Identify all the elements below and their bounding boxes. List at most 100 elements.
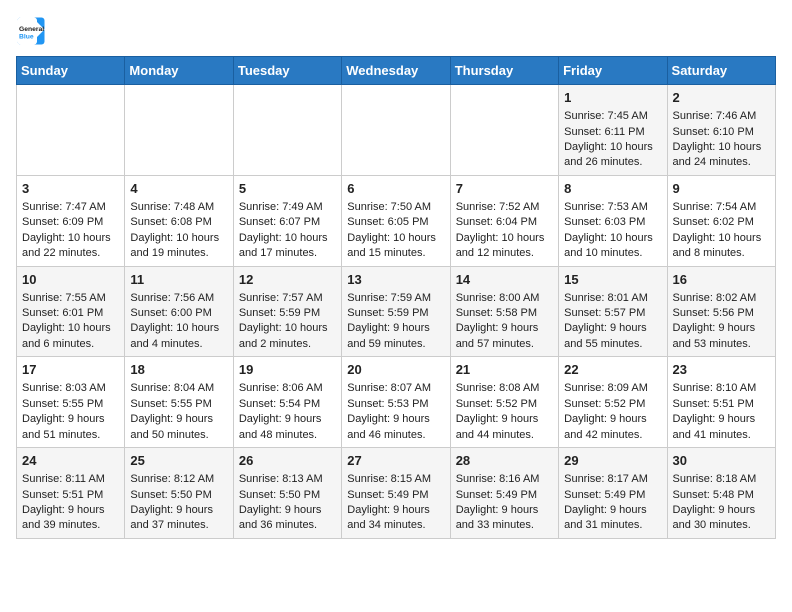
day-cell: 24 Sunrise: 8:11 AMSunset: 5:51 PMDayligh… <box>17 448 125 539</box>
day-cell: 13Sunrise: 7:59 AMSunset: 5:59 PMDayligh… <box>342 266 450 357</box>
day-info: Sunrise: 7:45 AM <box>564 109 661 124</box>
day-number: 24 <box>22 452 119 470</box>
day-cell: 21Sunrise: 8:08 AMSunset: 5:52 PMDayligh… <box>450 357 558 448</box>
day-info: Sunset: 5:52 PM <box>456 397 553 412</box>
day-number: 21 <box>456 361 553 379</box>
day-number: 25 <box>130 452 227 470</box>
day-info: Sunset: 5:56 PM <box>673 306 770 321</box>
day-number: 5 <box>239 180 336 198</box>
day-cell: 20Sunrise: 8:07 AMSunset: 5:53 PMDayligh… <box>342 357 450 448</box>
day-number: 17 <box>22 361 119 379</box>
day-info: Sunset: 6:01 PM <box>22 306 119 321</box>
day-cell: 5 Sunrise: 7:49 AMSunset: 6:07 PMDaylight… <box>233 175 341 266</box>
day-info: Daylight: 10 hours and 26 minutes. <box>564 140 661 171</box>
day-cell: 15Sunrise: 8:01 AMSunset: 5:57 PMDayligh… <box>559 266 667 357</box>
day-number: 7 <box>456 180 553 198</box>
week-row-4: 17Sunrise: 8:03 AMSunset: 5:55 PMDayligh… <box>17 357 776 448</box>
day-cell: 19 Sunrise: 8:06 AMSunset: 5:54 PMDayligh… <box>233 357 341 448</box>
day-cell: 2Sunrise: 7:46 AMSunset: 6:10 PMDaylight… <box>667 85 775 176</box>
day-cell: 6Sunrise: 7:50 AMSunset: 6:05 PMDaylight… <box>342 175 450 266</box>
day-info: Sunrise: 7:52 AM <box>456 200 553 215</box>
day-info: Daylight: 10 hours and 8 minutes. <box>673 231 770 262</box>
day-cell: 17 Sunrise: 8:03 AMSunset: 5:55 PMDayligh… <box>17 357 125 448</box>
day-info: Sunset: 5:54 PM <box>239 397 336 412</box>
day-info: Sunrise: 7:57 AM <box>239 291 336 306</box>
calendar-table: SundayMondayTuesdayWednesdayThursdayFrid… <box>16 56 776 539</box>
day-info: Daylight: 9 hours and 34 minutes. <box>347 503 444 534</box>
day-info: Sunset: 6:08 PM <box>130 215 227 230</box>
day-cell: 10Sunrise: 7:55 AMSunset: 6:01 PMDayligh… <box>17 266 125 357</box>
day-cell: 25Sunrise: 8:12 AMSunset: 5:50 PMDayligh… <box>125 448 233 539</box>
day-number: 9 <box>673 180 770 198</box>
header-cell-sunday: Sunday <box>17 57 125 85</box>
day-info: Sunrise: 7:56 AM <box>130 291 227 306</box>
day-number: 22 <box>564 361 661 379</box>
day-info: Sunrise: 7:49 AM <box>239 200 336 215</box>
day-info: Sunset: 5:48 PM <box>673 488 770 503</box>
day-cell <box>342 85 450 176</box>
day-info: Sunset: 6:07 PM <box>239 215 336 230</box>
day-cell: 28Sunrise: 8:16 AMSunset: 5:49 PMDayligh… <box>450 448 558 539</box>
day-cell: 9 Sunrise: 7:54 AMSunset: 6:02 PMDaylight… <box>667 175 775 266</box>
day-info: Sunset: 5:50 PM <box>239 488 336 503</box>
day-info: Sunrise: 8:06 AM <box>239 381 336 396</box>
day-info: Sunset: 6:02 PM <box>673 215 770 230</box>
day-info: Sunrise: 7:59 AM <box>347 291 444 306</box>
day-info: Sunrise: 8:09 AM <box>564 381 661 396</box>
day-info: Daylight: 10 hours and 24 minutes. <box>673 140 770 171</box>
header-cell-monday: Monday <box>125 57 233 85</box>
day-number: 16 <box>673 271 770 289</box>
day-number: 3 <box>22 180 119 198</box>
day-info: Sunrise: 8:03 AM <box>22 381 119 396</box>
day-info: Daylight: 10 hours and 17 minutes. <box>239 231 336 262</box>
day-number: 30 <box>673 452 770 470</box>
svg-text:Blue: Blue <box>19 34 34 41</box>
day-info: Daylight: 9 hours and 36 minutes. <box>239 503 336 534</box>
day-info: Sunrise: 7:54 AM <box>673 200 770 215</box>
day-info: Daylight: 10 hours and 12 minutes. <box>456 231 553 262</box>
day-cell: 22Sunrise: 8:09 AMSunset: 5:52 PMDayligh… <box>559 357 667 448</box>
day-cell: 30Sunrise: 8:18 AMSunset: 5:48 PMDayligh… <box>667 448 775 539</box>
day-info: Sunrise: 8:12 AM <box>130 472 227 487</box>
day-info: Daylight: 9 hours and 42 minutes. <box>564 412 661 443</box>
day-cell: 26Sunrise: 8:13 AMSunset: 5:50 PMDayligh… <box>233 448 341 539</box>
day-info: Daylight: 10 hours and 6 minutes. <box>22 321 119 352</box>
day-cell: 4Sunrise: 7:48 AMSunset: 6:08 PMDaylight… <box>125 175 233 266</box>
day-info: Sunrise: 8:15 AM <box>347 472 444 487</box>
day-info: Sunrise: 7:46 AM <box>673 109 770 124</box>
day-number: 4 <box>130 180 227 198</box>
day-info: Sunrise: 8:13 AM <box>239 472 336 487</box>
day-info: Daylight: 9 hours and 59 minutes. <box>347 321 444 352</box>
header-row: SundayMondayTuesdayWednesdayThursdayFrid… <box>17 57 776 85</box>
day-info: Sunset: 5:58 PM <box>456 306 553 321</box>
day-cell: 27Sunrise: 8:15 AMSunset: 5:49 PMDayligh… <box>342 448 450 539</box>
day-cell: 14Sunrise: 8:00 AMSunset: 5:58 PMDayligh… <box>450 266 558 357</box>
day-info: Daylight: 9 hours and 39 minutes. <box>22 503 119 534</box>
day-cell <box>125 85 233 176</box>
day-info: Sunset: 5:49 PM <box>564 488 661 503</box>
day-info: Sunset: 5:53 PM <box>347 397 444 412</box>
day-info: Sunrise: 8:11 AM <box>22 472 119 487</box>
day-info: Sunrise: 7:47 AM <box>22 200 119 215</box>
day-cell: 18Sunrise: 8:04 AMSunset: 5:55 PMDayligh… <box>125 357 233 448</box>
header-cell-tuesday: Tuesday <box>233 57 341 85</box>
day-info: Sunset: 5:55 PM <box>22 397 119 412</box>
day-info: Sunrise: 8:01 AM <box>564 291 661 306</box>
day-info: Daylight: 9 hours and 44 minutes. <box>456 412 553 443</box>
day-info: Sunrise: 8:10 AM <box>673 381 770 396</box>
day-info: Sunrise: 7:55 AM <box>22 291 119 306</box>
day-info: Sunset: 6:09 PM <box>22 215 119 230</box>
day-info: Sunrise: 8:02 AM <box>673 291 770 306</box>
day-info: Daylight: 9 hours and 51 minutes. <box>22 412 119 443</box>
day-info: Sunrise: 7:53 AM <box>564 200 661 215</box>
day-cell <box>450 85 558 176</box>
day-info: Daylight: 9 hours and 48 minutes. <box>239 412 336 443</box>
day-info: Daylight: 10 hours and 22 minutes. <box>22 231 119 262</box>
day-info: Sunset: 5:51 PM <box>22 488 119 503</box>
logo-icon: General Blue <box>16 16 46 46</box>
day-number: 20 <box>347 361 444 379</box>
day-number: 19 <box>239 361 336 379</box>
svg-text:General: General <box>19 26 44 33</box>
day-info: Sunset: 6:00 PM <box>130 306 227 321</box>
day-info: Daylight: 10 hours and 10 minutes. <box>564 231 661 262</box>
